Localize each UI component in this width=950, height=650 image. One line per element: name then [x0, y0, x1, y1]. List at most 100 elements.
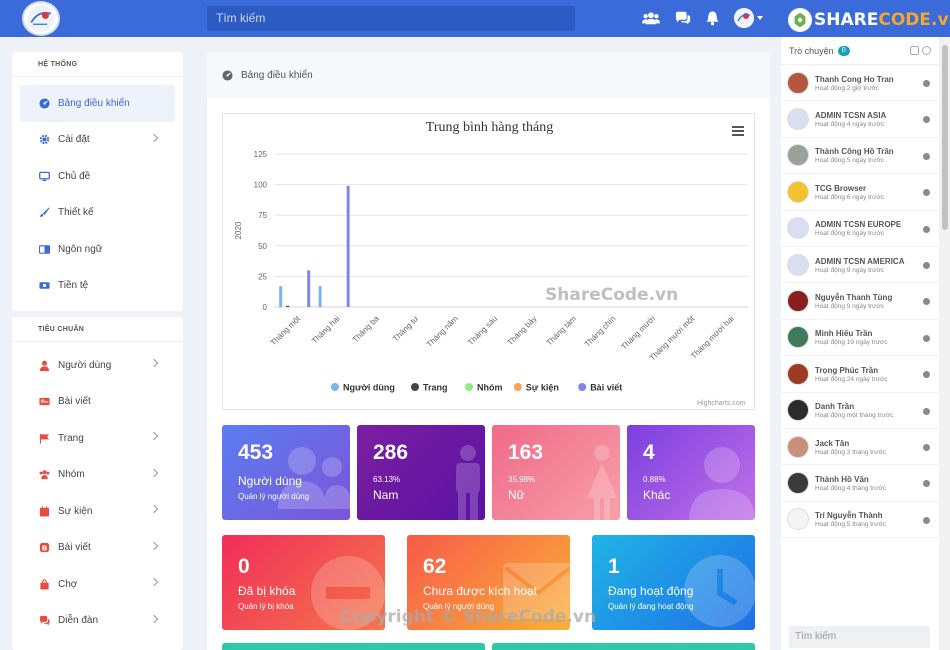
sidebar-item[interactable]: Nhóm: [12, 457, 183, 494]
legend-item[interactable]: Nhóm: [477, 383, 503, 393]
chat-contact[interactable]: TCG Browser Hoạt động 6 ngày trước: [781, 174, 939, 211]
legend-item[interactable]: Bài viết: [590, 383, 622, 393]
edit-icon[interactable]: [910, 46, 919, 55]
chart-credit[interactable]: Highcharts.com: [697, 400, 746, 407]
page-scrollbar[interactable]: [940, 37, 950, 650]
contact-last-active: Hoạt động 6 ngày trước: [815, 193, 884, 201]
contact-name: ADMIN TCSN ASIA: [815, 111, 887, 121]
gear-icon[interactable]: [922, 46, 931, 55]
contact-last-active: Hoạt động 4 ngày trước: [815, 121, 884, 129]
chart-bar[interactable]: [346, 185, 350, 307]
sidebar-item[interactable]: Thiết kế: [12, 195, 183, 232]
chat-contact[interactable]: Trọng Phúc Trần Hoạt động 24 ngày trước: [781, 356, 939, 393]
chat-contact[interactable]: ADMIN TCSN ASIA Hoạt động 4 ngày trước: [781, 101, 939, 138]
legend-item[interactable]: Sự kiện: [526, 383, 559, 393]
scrollbar-thumb[interactable]: [942, 45, 948, 230]
chevron-down-icon[interactable]: [757, 16, 763, 20]
x-tick-label: Tháng sáu: [466, 314, 499, 347]
sidebar-item[interactable]: B Bài viết: [12, 530, 183, 567]
stat-link[interactable]: Quản lý bị khóa: [238, 602, 294, 611]
chat-contact[interactable]: Trí Nguyễn Thành Hoạt động 5 tháng trước: [781, 502, 939, 539]
chart-bar[interactable]: [318, 286, 322, 307]
group-icon: [38, 469, 50, 481]
x-tick-label: Tháng tư: [391, 314, 421, 344]
stat-card-online[interactable]: 1 Đang hoạt động Quản lý đang hoạt động: [592, 535, 755, 630]
sidebar-item[interactable]: Tiền tệ: [12, 268, 183, 305]
contact-name: Thành Hồ Văn: [815, 474, 869, 484]
sidebar-item[interactable]: Diễn đàn: [12, 603, 183, 640]
sidebar-item[interactable]: Bài viết: [12, 384, 183, 421]
sidebar-item[interactable]: Ngôn ngữ: [12, 231, 183, 268]
brand-suffix: CODE.vn: [878, 10, 950, 30]
sidebar-item-label: Thiết kế: [58, 207, 94, 219]
sidebar-item[interactable]: Cài đặt: [12, 122, 183, 159]
chat-contact[interactable]: Danh Trần Hoạt động một tháng trước: [781, 393, 939, 429]
legend-item[interactable]: Trang: [423, 383, 448, 393]
stat-label: Chưa được kích hoạt: [423, 584, 537, 598]
sidebar-item-label: Người dùng: [58, 359, 112, 371]
contact-name: Thành Công Hồ Trần: [815, 147, 894, 157]
x-tick-label: Tháng chín: [583, 314, 618, 349]
avatar: [787, 508, 809, 531]
sidebar-item[interactable]: Trang: [12, 420, 183, 457]
contact-last-active: Hoạt động 4 tháng trước: [815, 484, 887, 492]
sidebar-item[interactable]: Sự kiện: [12, 493, 183, 530]
sidebar-item[interactable]: Bảng điều khiển: [20, 85, 175, 122]
stat-link[interactable]: Quản lý người dùng: [238, 492, 309, 501]
chat-sidebar: Trò chuyện 0 Thanh Cong Ho Tran Hoạt động…: [781, 37, 939, 650]
chat-contact[interactable]: Thanh Cong Ho Tran Hoạt động 2 giờ trước: [781, 65, 939, 102]
stat-value: 1: [608, 555, 620, 578]
stat-card-users[interactable]: 453 Người dùng Quản lý người dùng: [222, 425, 350, 520]
contact-last-active: Hoạt động 24 ngày trước: [815, 375, 888, 383]
chat-contact[interactable]: Jack Tân Hoạt động 3 tháng trước: [781, 429, 939, 466]
friends-icon[interactable]: [642, 10, 660, 26]
y-tick-label: 125: [254, 150, 268, 159]
money-icon: [38, 280, 50, 292]
contact-name: Danh Trần: [815, 402, 855, 412]
user-bg-icon: [687, 443, 755, 520]
contact-last-active: Hoạt động một tháng trước: [815, 412, 894, 420]
messages-icon[interactable]: [675, 10, 691, 26]
stat-value: 286: [373, 441, 409, 464]
newspaper-icon: [38, 396, 50, 408]
chat-contact[interactable]: Thành Công Hồ Trần Hoạt động 5 ngày trước: [781, 138, 939, 175]
chat-contact[interactable]: Thành Hồ Văn Hoạt động 4 tháng trước: [781, 465, 939, 502]
sidebar-item[interactable]: Người dùng: [12, 347, 183, 384]
status-dot: [923, 407, 930, 415]
stat-card-other[interactable]: 4 0.88% Khác: [627, 425, 755, 520]
stat-value: 4: [643, 441, 655, 464]
legend-item[interactable]: Người dùng: [343, 383, 395, 393]
contact-name: ADMIN TCSN EUROPE: [815, 220, 902, 230]
chart-bar[interactable]: [286, 305, 290, 307]
chat-contact[interactable]: ADMIN TCSN AMERICA Hoạt động 9 ngày trước: [781, 247, 939, 284]
chat-contact[interactable]: ADMIN TCSN EUROPE Hoạt động 6 ngày trước: [781, 211, 939, 247]
sidebar-item-label: Ngôn ngữ: [58, 243, 103, 255]
contact-last-active: Hoạt động 9 ngày trước: [815, 266, 884, 274]
contact-name: Nguyễn Thanh Tùng: [815, 293, 893, 303]
chat-contact[interactable]: Nguyễn Thanh Tùng Hoạt động 9 ngày trước: [781, 283, 939, 320]
brand-logo-icon: [788, 8, 812, 32]
sidebar-item-label: Diễn đàn: [58, 615, 99, 627]
sidebar-item-label: Chợ: [58, 578, 78, 590]
sidebar-item-label: Sự kiện: [58, 505, 93, 517]
status-dot: [923, 261, 930, 269]
chat-contact[interactable]: Minh Hiếu Trần Hoạt động 19 ngày trước: [781, 320, 939, 357]
user-avatar[interactable]: [734, 8, 754, 28]
chat-search-input[interactable]: Tìm kiếm: [789, 626, 930, 648]
chevron-right-icon: [149, 358, 159, 368]
sidebar-item[interactable]: Chợ: [12, 566, 183, 603]
stat-link[interactable]: Quản lý đang hoạt động: [608, 602, 693, 611]
stat-card-male[interactable]: 286 63.13% Nam: [357, 425, 485, 520]
page-header: Bảng điều khiển: [207, 52, 770, 98]
stat-card-female[interactable]: 163 35.98% Nữ: [492, 425, 620, 520]
chart-bar[interactable]: [279, 286, 283, 307]
site-logo[interactable]: [22, 1, 60, 36]
contact-name: Jack Tân: [815, 438, 850, 448]
sidebar-item[interactable]: Chủ đề: [12, 158, 183, 195]
search-input[interactable]: Tìm kiếm: [207, 6, 575, 31]
chart-bar[interactable]: [307, 270, 311, 307]
bell-icon[interactable]: [706, 10, 719, 26]
chevron-right-icon: [149, 541, 159, 550]
sharecode-brand: SHARECODE.vn: [788, 8, 950, 32]
brand-prefix: SHARE: [814, 10, 879, 30]
